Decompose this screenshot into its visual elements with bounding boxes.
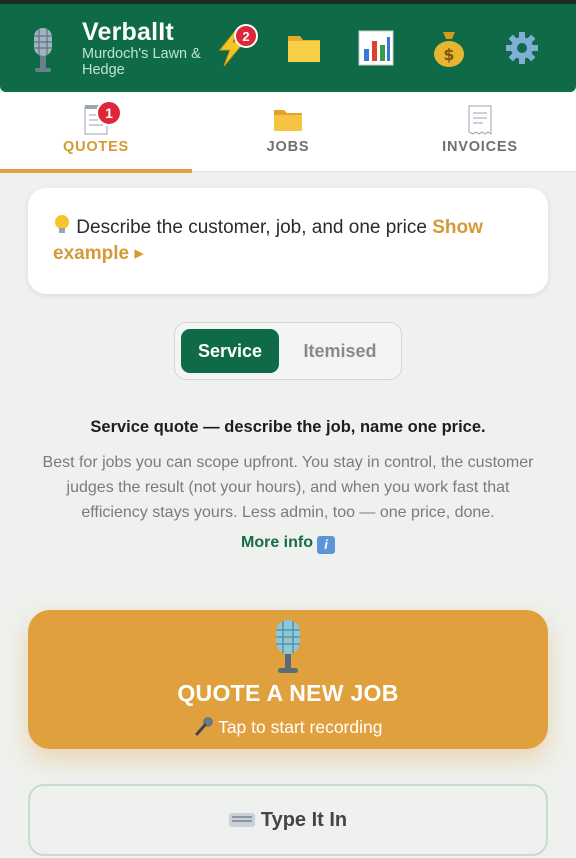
tab-bar: 1 QUOTES JOBS INVOICES xyxy=(0,92,576,173)
toggle-service[interactable]: Service xyxy=(181,329,279,373)
settings-button[interactable] xyxy=(502,28,542,68)
brand: VerbalIt Murdoch's Lawn & Hedge xyxy=(82,18,202,78)
chart-icon xyxy=(358,30,394,66)
lightbulb-icon xyxy=(53,215,76,238)
business-name: Murdoch's Lawn & Hedge xyxy=(82,46,201,78)
money-bag-icon: $ xyxy=(434,32,464,67)
microphone-icon xyxy=(276,620,300,673)
hint-card: Describe the customer, job, and one pric… xyxy=(28,188,548,294)
description-title: Service quote — describe the job, name o… xyxy=(90,418,486,436)
more-info-link[interactable]: More info i xyxy=(0,534,576,554)
info-icon: i xyxy=(317,536,335,554)
svg-text:$: $ xyxy=(443,45,454,64)
folder-icon xyxy=(272,104,304,136)
quote-type-toggle: Service Itemised xyxy=(174,322,402,380)
toggle-itemised[interactable]: Itemised xyxy=(283,329,397,373)
tab-quotes-label: QUOTES xyxy=(62,139,130,155)
type-it-in-label: Type It In xyxy=(260,808,348,831)
tab-invoices[interactable]: INVOICES xyxy=(384,92,576,172)
notifications-button[interactable]: 2 xyxy=(212,24,258,68)
notification-badge: 2 xyxy=(234,24,258,48)
payments-button[interactable]: $ xyxy=(429,28,469,68)
tab-jobs[interactable]: JOBS xyxy=(192,92,384,172)
record-subtitle-text: Tap to start recording xyxy=(218,717,383,737)
reports-button[interactable] xyxy=(356,28,396,68)
description-body: Best for jobs you can scope upfront. You… xyxy=(42,454,534,521)
record-title: QUOTE A NEW JOB xyxy=(177,680,399,706)
tab-quotes[interactable]: 1 QUOTES xyxy=(0,92,192,173)
folders-button[interactable] xyxy=(284,28,324,68)
receipt-icon xyxy=(464,104,496,136)
more-info-label: More info xyxy=(241,534,313,551)
quotes-badge: 1 xyxy=(96,100,122,126)
type-it-in-button[interactable]: Type It In xyxy=(28,784,548,856)
gear-icon xyxy=(506,32,538,64)
tab-jobs-label: JOBS xyxy=(266,139,310,155)
handheld-mic-icon xyxy=(195,717,213,736)
app-header: VerbalIt Murdoch's Lawn & Hedge 2 $ xyxy=(0,4,576,92)
app-title: VerbalIt xyxy=(82,18,174,46)
microphone-icon xyxy=(34,28,52,72)
hint-text: Describe the customer, job, and one pric… xyxy=(76,217,427,238)
quote-new-job-button[interactable]: QUOTE A NEW JOB Tap to start recording xyxy=(28,610,548,749)
keyboard-icon xyxy=(228,813,255,827)
tab-invoices-label: INVOICES xyxy=(442,139,518,155)
folder-icon xyxy=(288,36,320,62)
record-subtitle: Tap to start recording xyxy=(28,716,548,738)
